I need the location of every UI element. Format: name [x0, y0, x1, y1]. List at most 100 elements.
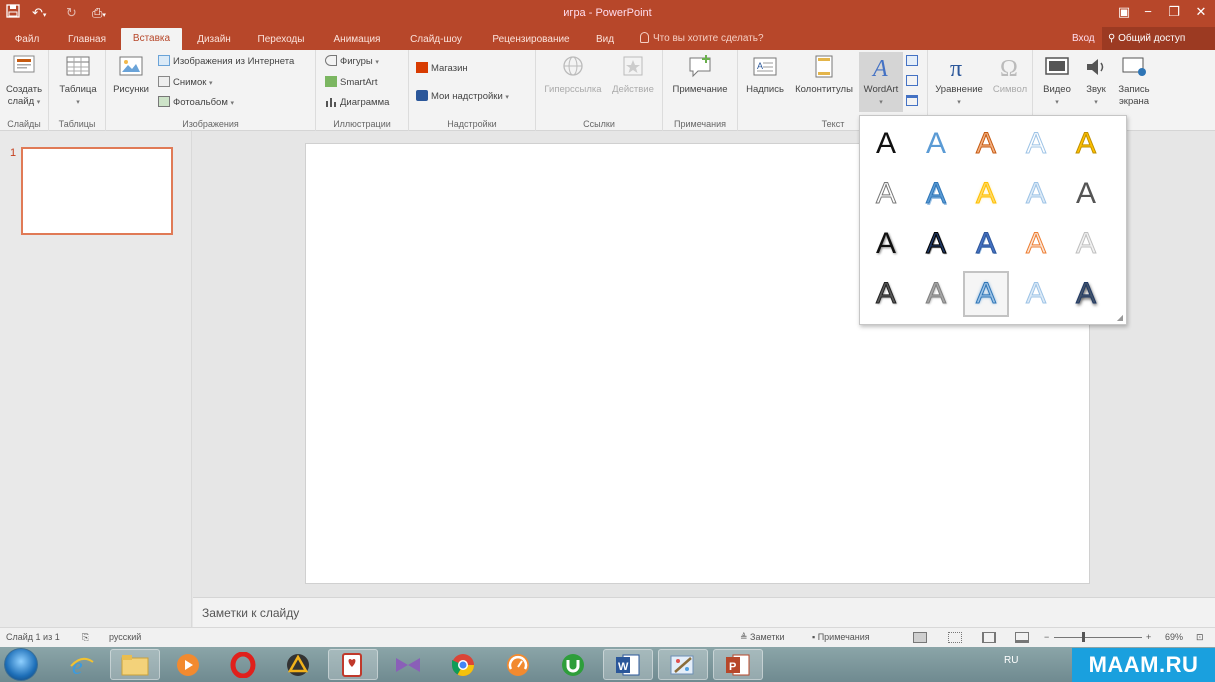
- normal-view-icon[interactable]: [913, 632, 927, 643]
- notes-pane[interactable]: Заметки к слайду: [193, 597, 1215, 627]
- audio-button[interactable]: Звук ▾: [1079, 54, 1113, 109]
- tab-transitions[interactable]: Переходы: [250, 31, 312, 50]
- restore-icon[interactable]: ❐: [1163, 3, 1185, 21]
- action-button[interactable]: Действие: [608, 54, 658, 96]
- fit-slide-icon[interactable]: ⊡: [1196, 632, 1204, 643]
- utorrent-icon[interactable]: [548, 649, 598, 680]
- speedtest-icon[interactable]: [493, 649, 543, 680]
- close-icon[interactable]: ✕: [1190, 3, 1212, 21]
- wordart-style-19[interactable]: A: [1013, 271, 1059, 317]
- wordart-style-11[interactable]: A: [863, 221, 909, 267]
- hyperlink-button[interactable]: Гиперссылка: [540, 54, 606, 96]
- equation-button[interactable]: π Уравнение ▾: [930, 54, 988, 109]
- zoom-out-icon[interactable]: −: [1044, 632, 1049, 642]
- wordart-style-7[interactable]: A: [913, 171, 959, 217]
- pictures-button[interactable]: Рисунки: [108, 54, 154, 96]
- screenshot-button[interactable]: Снимок ▾: [158, 76, 213, 91]
- resize-grip-icon[interactable]: ◢: [1117, 313, 1123, 322]
- screenshot-label: Снимок: [173, 77, 207, 88]
- tab-home[interactable]: Главная: [60, 31, 114, 50]
- shapes-button[interactable]: Фигуры ▾: [325, 55, 379, 70]
- wordart-style-18[interactable]: A: [963, 271, 1009, 317]
- minimize-icon[interactable]: −: [1137, 3, 1159, 21]
- start-orb[interactable]: [4, 648, 38, 681]
- wordart-style-3[interactable]: A: [963, 121, 1009, 167]
- ribbon-display-icon[interactable]: ▣: [1113, 3, 1135, 21]
- word-icon[interactable]: W: [603, 649, 653, 680]
- zoom-slider[interactable]: [1054, 637, 1142, 638]
- header-footer-button[interactable]: Колонтитулы: [790, 54, 858, 96]
- tab-design[interactable]: Дизайн: [189, 31, 239, 50]
- video-button[interactable]: Видео ▾: [1037, 54, 1077, 109]
- watermark: MAAM.RU: [1072, 648, 1215, 682]
- wordart-style-2[interactable]: A: [913, 121, 959, 167]
- wordart-style-13[interactable]: A: [963, 221, 1009, 267]
- online-pictures-button[interactable]: Изображения из Интернета: [158, 55, 294, 69]
- wordart-style-4[interactable]: A: [1013, 121, 1059, 167]
- chart-button[interactable]: Диаграмма: [325, 96, 389, 110]
- smartart-button[interactable]: SmartArt: [325, 76, 377, 90]
- wordart-style-6[interactable]: A: [863, 171, 909, 217]
- table-button[interactable]: Таблица ▾: [53, 54, 103, 109]
- wordart-style-1[interactable]: A: [863, 121, 909, 167]
- tell-me-text: Что вы хотите сделать?: [653, 33, 764, 44]
- notes-toggle-button[interactable]: ≜ Заметки: [740, 632, 784, 643]
- zoom-level[interactable]: 69%: [1165, 632, 1183, 642]
- wordart-style-16[interactable]: A: [863, 271, 909, 317]
- comments-toggle-button[interactable]: ▪ Примечания: [812, 632, 870, 642]
- header-footer-label: Колонтитулы: [795, 84, 853, 95]
- chrome-icon[interactable]: [438, 649, 488, 680]
- slideshow-view-icon[interactable]: [1015, 632, 1029, 643]
- wordart-style-9[interactable]: A: [1013, 171, 1059, 217]
- keyboard-language[interactable]: RU: [1004, 655, 1018, 666]
- object-button[interactable]: [906, 95, 921, 109]
- wordart-style-10[interactable]: A: [1063, 171, 1109, 217]
- powerpoint-icon[interactable]: P: [713, 649, 763, 680]
- new-slide-button[interactable]: Создать слайд ▾: [2, 54, 46, 109]
- my-addins-button[interactable]: Мои надстройки ▾: [416, 90, 509, 105]
- wordart-style-8[interactable]: A: [963, 171, 1009, 217]
- language-indicator[interactable]: русский: [109, 632, 141, 642]
- symbol-button[interactable]: Ω Символ: [988, 54, 1032, 96]
- wordart-style-5[interactable]: A: [1063, 121, 1109, 167]
- textbox-button[interactable]: A Надпись: [742, 54, 788, 96]
- internet-explorer-icon[interactable]: e: [57, 649, 107, 680]
- sign-in-link[interactable]: Вход: [1072, 33, 1095, 44]
- comment-button[interactable]: Примечание: [667, 54, 733, 96]
- media-player-icon[interactable]: [163, 649, 213, 680]
- tab-slideshow[interactable]: Слайд-шоу: [400, 31, 472, 50]
- tab-review[interactable]: Рецензирование: [484, 31, 578, 50]
- wordart-style-14[interactable]: A: [1013, 221, 1059, 267]
- slide-thumbnail[interactable]: [21, 147, 173, 235]
- tab-insert[interactable]: Вставка: [121, 28, 182, 50]
- wordart-style-12[interactable]: A: [913, 221, 959, 267]
- visual-studio-icon[interactable]: [383, 649, 433, 680]
- screen-recording-button[interactable]: Запись экрана: [1113, 54, 1155, 108]
- slide-sorter-icon[interactable]: [948, 632, 962, 643]
- wordart-style-15[interactable]: A: [1063, 221, 1109, 267]
- wordart-button[interactable]: A WordArt ▾: [859, 52, 903, 112]
- tell-me-search[interactable]: Что вы хотите сделать?: [640, 31, 764, 47]
- zoom-slider-thumb[interactable]: [1082, 632, 1085, 642]
- aimp-icon[interactable]: [273, 649, 323, 680]
- file-explorer-icon[interactable]: [110, 649, 160, 680]
- spellcheck-icon[interactable]: ⎘: [82, 632, 89, 643]
- reading-view-icon[interactable]: [982, 632, 996, 643]
- solitaire-icon[interactable]: [328, 649, 378, 680]
- share-button[interactable]: ⚲ Общий доступ: [1102, 27, 1215, 50]
- tab-file[interactable]: Файл: [8, 31, 46, 50]
- store-button[interactable]: Магазин: [416, 62, 468, 76]
- svg-text:e: e: [72, 654, 83, 678]
- screenshot-icon: [158, 76, 170, 87]
- paint-icon[interactable]: [658, 649, 708, 680]
- photo-album-button[interactable]: Фотоальбом ▾: [158, 96, 234, 111]
- wordart-style-17[interactable]: A: [913, 271, 959, 317]
- wordart-style-20[interactable]: A: [1063, 271, 1109, 317]
- person-icon: ⚲: [1108, 33, 1119, 44]
- slide-number-button[interactable]: [906, 75, 921, 89]
- opera-icon[interactable]: [218, 649, 268, 680]
- zoom-in-icon[interactable]: +: [1146, 632, 1151, 642]
- tab-view[interactable]: Вид: [590, 31, 620, 50]
- date-time-button[interactable]: [906, 55, 921, 69]
- tab-animations[interactable]: Анимация: [324, 31, 390, 50]
